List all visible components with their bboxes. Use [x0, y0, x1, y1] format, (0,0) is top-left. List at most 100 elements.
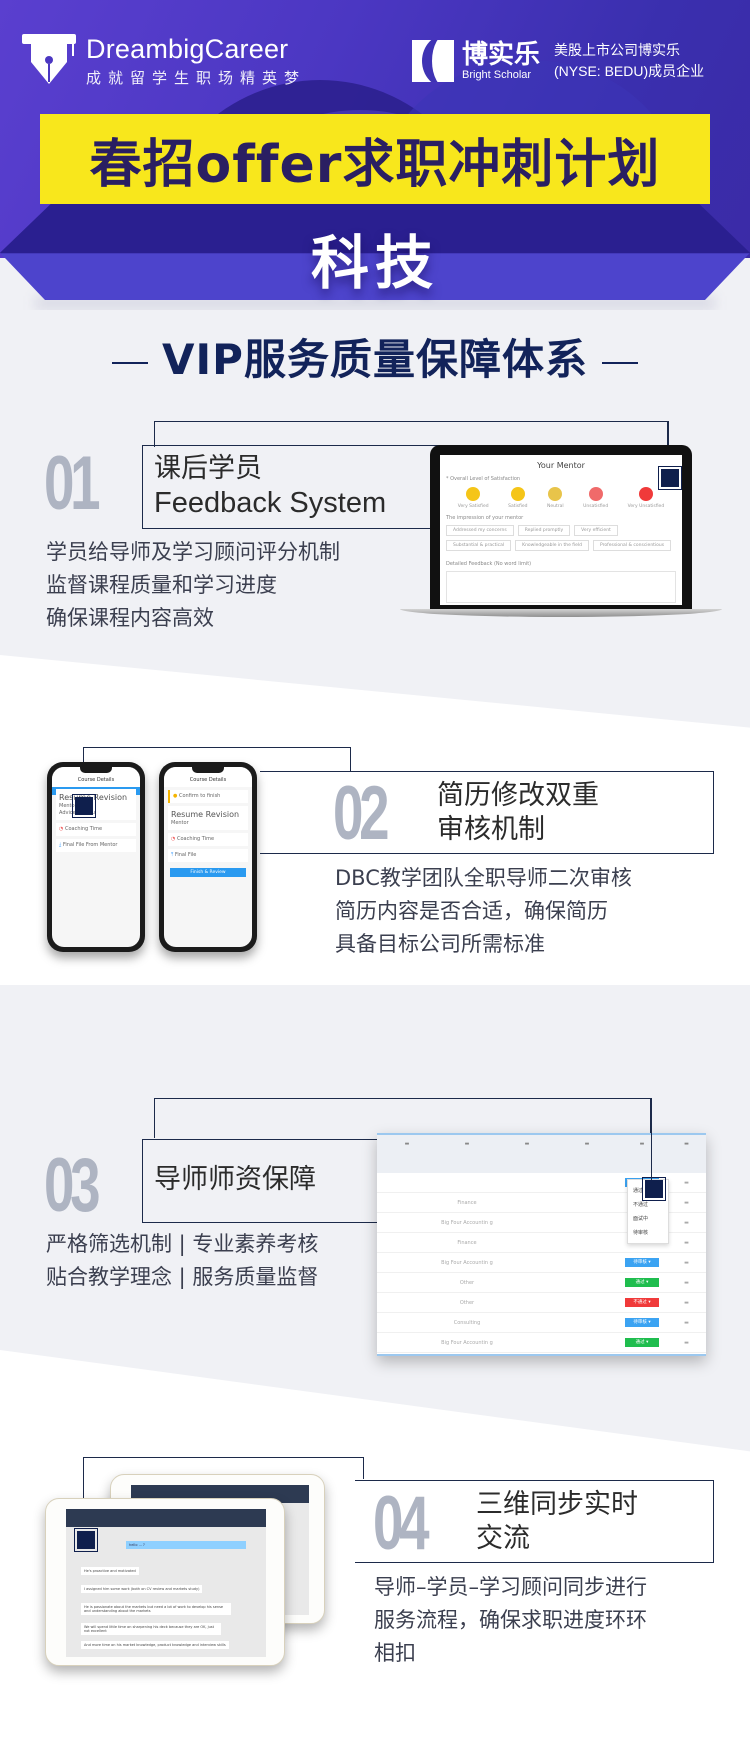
- final-file-label: Final File: [174, 852, 197, 858]
- highlight-marker: [642, 1177, 666, 1201]
- desc-line: 监督课程质量和学习进度: [46, 573, 277, 597]
- page-title: 春招offer求职冲刺计划: [89, 134, 661, 195]
- table-cell: ▬: [684, 1259, 689, 1266]
- desc-line: 学员给导师及学习顾问评分机制: [46, 540, 340, 564]
- desc-line: 具备目标公司所需标准: [335, 932, 545, 956]
- tag-chip[interactable]: Knowledgeable in the field: [515, 540, 589, 551]
- tag-chip[interactable]: Professional & conscientious: [592, 540, 672, 551]
- brand-tagline: 成就留学生职场精英梦: [86, 69, 307, 87]
- dropdown-option[interactable]: 不通过: [633, 1198, 663, 1212]
- section-heading: VIP服务质量保障体系: [0, 326, 750, 387]
- laptop-mockup: Your Mentor * Overall Level of Satisfact…: [400, 445, 722, 617]
- tag-chip[interactable]: Substantial & practical: [446, 540, 512, 551]
- table-cell: Other: [459, 1299, 475, 1306]
- status-cell: 通过 ▾: [617, 1338, 667, 1347]
- coaching-label: Coaching Time: [176, 836, 215, 842]
- neutral-face-icon: [548, 487, 563, 501]
- status-dropdown-button[interactable]: 通过 ▾: [625, 1278, 659, 1287]
- form-label: * Overall Level of Satisfaction: [446, 476, 521, 482]
- table-cell: Big Four Accountin g: [441, 1259, 493, 1266]
- form-label: Detailed Feedback (No word limit): [446, 561, 532, 567]
- feature-number: 03: [44, 1143, 101, 1228]
- desc-line: 相扣: [374, 1641, 416, 1665]
- status-cell: 通过 ▾: [617, 1278, 667, 1287]
- form-title: Your Mentor: [537, 461, 585, 470]
- connector-line: [651, 1098, 652, 1180]
- phone-mockup: Course Details ● Confirm to finish Resum…: [159, 762, 257, 952]
- laptop-base: [400, 609, 722, 617]
- rating-option[interactable]: Very Unsatisfied: [628, 487, 664, 509]
- rating-option[interactable]: Satisfied: [508, 487, 528, 509]
- partner-name-en: Bright Scholar: [462, 69, 532, 81]
- feedback-textarea[interactable]: [446, 571, 676, 603]
- table-cell: ▬: [684, 1239, 689, 1246]
- rating-option[interactable]: Unsatisfied: [583, 487, 608, 509]
- tag-chip[interactable]: Very efficient: [574, 525, 618, 536]
- table-row: Big Four Accountin g 通过 ▾ ▬: [377, 1333, 706, 1353]
- finish-review-button[interactable]: Finish & Review: [170, 868, 246, 877]
- smiley-icon: [510, 487, 525, 501]
- status-dropdown-button[interactable]: 通过 ▾: [625, 1338, 659, 1347]
- page-subtitle: 科技: [310, 229, 439, 297]
- status-dropdown-button[interactable]: 不通过 ▾: [625, 1298, 659, 1307]
- table-cell: ▬: [684, 1279, 689, 1286]
- chat-bubble-sent: hello ... ?: [126, 1541, 246, 1549]
- course-title: Resume Revision: [171, 810, 240, 819]
- table-cell: Other: [459, 1279, 475, 1286]
- rating-option[interactable]: Very Satisfied: [458, 487, 489, 509]
- mentor-label: Mentor: [59, 803, 77, 809]
- tablet-mockup-front: hello ... ? He's proactive and motivated…: [45, 1498, 285, 1666]
- mentor-review-table: ▬▬▬▬▬▬ 待审核 ▾▬Finance▬Big Four Accountin …: [377, 1133, 706, 1356]
- hero-banner: DreambigCareer 成就留学生职场精英梦 博实乐 Bright Sch…: [0, 0, 750, 310]
- feedback-form-screen: Your Mentor * Overall Level of Satisfact…: [440, 455, 682, 605]
- coaching-label: Coaching Time: [64, 826, 103, 832]
- dropdown-option[interactable]: 待审核: [633, 1226, 663, 1240]
- feature-title-line: 审核机制: [437, 814, 545, 845]
- course-title: Resume Revision: [59, 793, 128, 802]
- status-dropdown-button[interactable]: 待审核 ▾: [625, 1258, 659, 1267]
- status-cell: 待审核 ▾: [617, 1258, 667, 1267]
- partner-desc-line1: 美股上市公司博实乐: [554, 42, 681, 58]
- section-heading-text: VIP服务质量保障体系: [162, 335, 588, 384]
- feature-title-line: 简历修改双重: [437, 780, 599, 811]
- table-cell: ▬: [684, 1339, 689, 1346]
- feature-title: 三维同步实时 交流: [476, 1488, 638, 1556]
- angry-face-icon: [638, 487, 653, 501]
- feature-title-line: Feedback System: [154, 487, 387, 519]
- table-cell: Finance: [457, 1199, 477, 1206]
- desc-line: 严格筛选机制 | 专业素养考核: [46, 1232, 319, 1256]
- brand-name: DreambigCareer: [86, 34, 289, 64]
- table-cell: Big Four Accountin g: [441, 1339, 493, 1346]
- desc-line: 导师–学员–学习顾问同步进行: [374, 1575, 647, 1599]
- partner-desc-line2: (NYSE: BEDU)成员企业: [554, 63, 705, 79]
- desc-line: 服务流程，确保求职进度环环: [374, 1608, 647, 1632]
- chat-header-bar: [66, 1509, 266, 1527]
- chat-bubble-received: He's proactive and motivated: [81, 1567, 139, 1575]
- desc-line: 贴合教学理念 | 服务质量监督: [46, 1265, 319, 1289]
- pen-nib-cap-icon: [22, 34, 76, 88]
- confirm-label: Confirm to finish: [178, 793, 221, 799]
- table-cell: ▬: [684, 1299, 689, 1306]
- feature-title: 简历修改双重 审核机制: [437, 779, 599, 847]
- table-row: Other 不通过 ▾ ▬: [377, 1293, 706, 1313]
- table-row: Consulting 待审核 ▾ ▬: [377, 1313, 706, 1333]
- page: DreambigCareer 成就留学生职场精英梦 博实乐 Bright Sch…: [0, 0, 750, 1740]
- title-banner: 春招offer求职冲刺计划: [40, 114, 710, 204]
- table-row: Big Four Accountin g 待审核 ▾ ▬: [377, 1253, 706, 1273]
- dropdown-option[interactable]: 面试中: [633, 1212, 663, 1226]
- smiley-icon: [466, 487, 481, 501]
- bright-scholar-logo: 博实乐 Bright Scholar 美股上市公司博实乐 (NYSE: BEDU…: [412, 40, 704, 82]
- desc-line: 简历内容是否合适，确保简历: [335, 899, 608, 923]
- feature-number: 01: [44, 441, 101, 526]
- final-file-label: Final File From Mentor: [62, 842, 118, 848]
- table-cell: ▬: [684, 1199, 689, 1206]
- dreambigcareer-logo: DreambigCareer 成就留学生职场精英梦: [22, 34, 306, 88]
- feature-number: 04: [373, 1481, 430, 1566]
- status-dropdown-button[interactable]: 待审核 ▾: [625, 1318, 659, 1327]
- rating-option[interactable]: Neutral: [547, 487, 564, 509]
- table-cell: Consulting: [453, 1319, 481, 1326]
- tag-chip[interactable]: Addressed my concerns: [446, 525, 514, 536]
- table-cell: Big Four Accountin g: [441, 1219, 493, 1226]
- chat-bubble-received: He is passionate about the markets but n…: [81, 1603, 231, 1615]
- tag-chip[interactable]: Replied promptly: [517, 525, 571, 536]
